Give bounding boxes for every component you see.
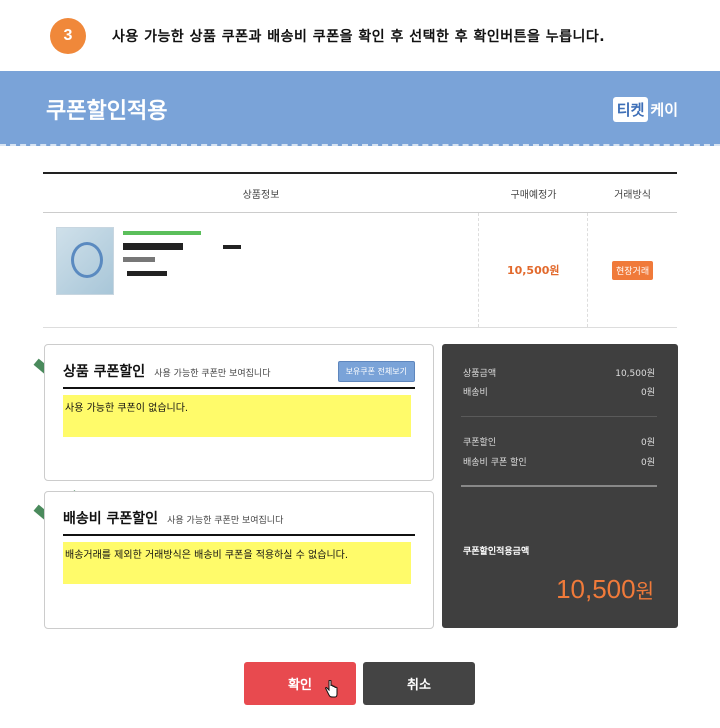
logo-box-text: 티켓 [612,97,649,122]
header-method: 거래방식 [614,189,651,201]
summary-row: 쿠폰할인 0원 [463,435,655,448]
product-coupon-subtitle: 사용 가능한 쿠폰만 보여집니다 [154,369,271,379]
summary-label: 배송비 쿠폰 할인 [463,458,527,468]
shipping-coupon-header: 배송비 쿠폰할인 사용 가능한 쿠폰만 보여집니다 [63,508,415,536]
summary-row: 상품금액 10,500원 [463,366,655,379]
method-tag: 현장거래 [612,260,654,280]
summary-divider [461,485,657,487]
hand-cursor-icon [325,680,338,698]
cancel-button[interactable]: 취소 [363,662,475,705]
confirm-button-label: 확인 [288,678,312,693]
header-product-info: 상품정보 [242,189,280,201]
shipping-coupon-subtitle: 사용 가능한 쿠폰만 보여집니다 [167,516,284,526]
product-coupon-title: 상품 쿠폰할인 [63,364,146,380]
summary-divider [461,416,657,417]
total-label: 쿠폰할인적용금액 [463,547,530,557]
summary-label: 배송비 [463,388,488,398]
logo-text: 케이 [650,101,678,119]
step-number-badge: 3 [50,18,86,54]
product-coupon-panel: 상품 쿠폰할인 사용 가능한 쿠폰만 보여집니다 보유쿠폰 전체보기 사용 가능… [44,344,434,481]
summary-row: 배송비 0원 [463,385,655,398]
method-cell: 현장거래 [587,213,677,327]
summary-value: 0원 [640,458,655,468]
product-info-cell [43,213,478,327]
table-header: 상품정보 구매예정가 거래방식 [43,172,677,213]
page-title: 쿠폰할인적용 [46,99,168,124]
thumbnail-graphic [71,242,103,278]
header-price: 구매예정가 [510,189,557,201]
confirm-button[interactable]: 확인 [244,662,356,705]
order-table: 상품정보 구매예정가 거래방식 10,500원 현장거래 [43,172,677,328]
summary-label: 상품금액 [463,369,497,379]
shipping-coupon-panel: 배송비 쿠폰할인 사용 가능한 쿠폰만 보여집니다 배송거래를 제외한 거래방식… [44,491,434,629]
ticket-k-logo: 티켓 케이 [612,97,678,122]
total-amount: 10,500원 [556,574,654,605]
view-all-coupons-button[interactable]: 보유쿠폰 전체보기 [337,361,415,382]
coupon-banner: 쿠폰할인적용 티켓 케이 [0,71,720,146]
payment-summary: 상품금액 10,500원 배송비 0원 쿠폰할인 0원 배송비 쿠폰 할인 0원… [442,344,678,628]
blurred-product-title [123,243,183,250]
blurred-product-name [123,231,201,235]
summary-value: 0원 [640,438,655,448]
summary-value: 0원 [640,388,655,398]
price-cell: 10,500원 [478,213,587,327]
total-unit: 원 [635,581,654,603]
summary-label: 쿠폰할인 [463,438,497,448]
summary-value: 10,500원 [615,369,655,379]
total-value: 10,500 [556,574,636,604]
product-coupon-header: 상품 쿠폰할인 사용 가능한 쿠폰만 보여집니다 보유쿠폰 전체보기 [63,361,415,389]
summary-row: 배송비 쿠폰 할인 0원 [463,455,655,468]
cancel-button-label: 취소 [407,678,431,693]
table-row: 10,500원 현장거래 [43,213,677,328]
product-coupon-message: 사용 가능한 쿠폰이 없습니다. [63,395,411,437]
product-thumbnail[interactable] [56,227,114,295]
shipping-coupon-title: 배송비 쿠폰할인 [63,511,159,527]
step-instruction: 사용 가능한 상품 쿠폰과 배송비 쿠폰을 확인 후 선택한 후 확인버튼을 누… [112,29,606,45]
blurred-product-title-2 [223,245,241,249]
blurred-product-detail [123,257,155,262]
blurred-product-option [127,271,167,276]
shipping-coupon-message: 배송거래를 제외한 거래방식은 배송비 쿠폰을 적용하실 수 없습니다. [63,542,411,584]
